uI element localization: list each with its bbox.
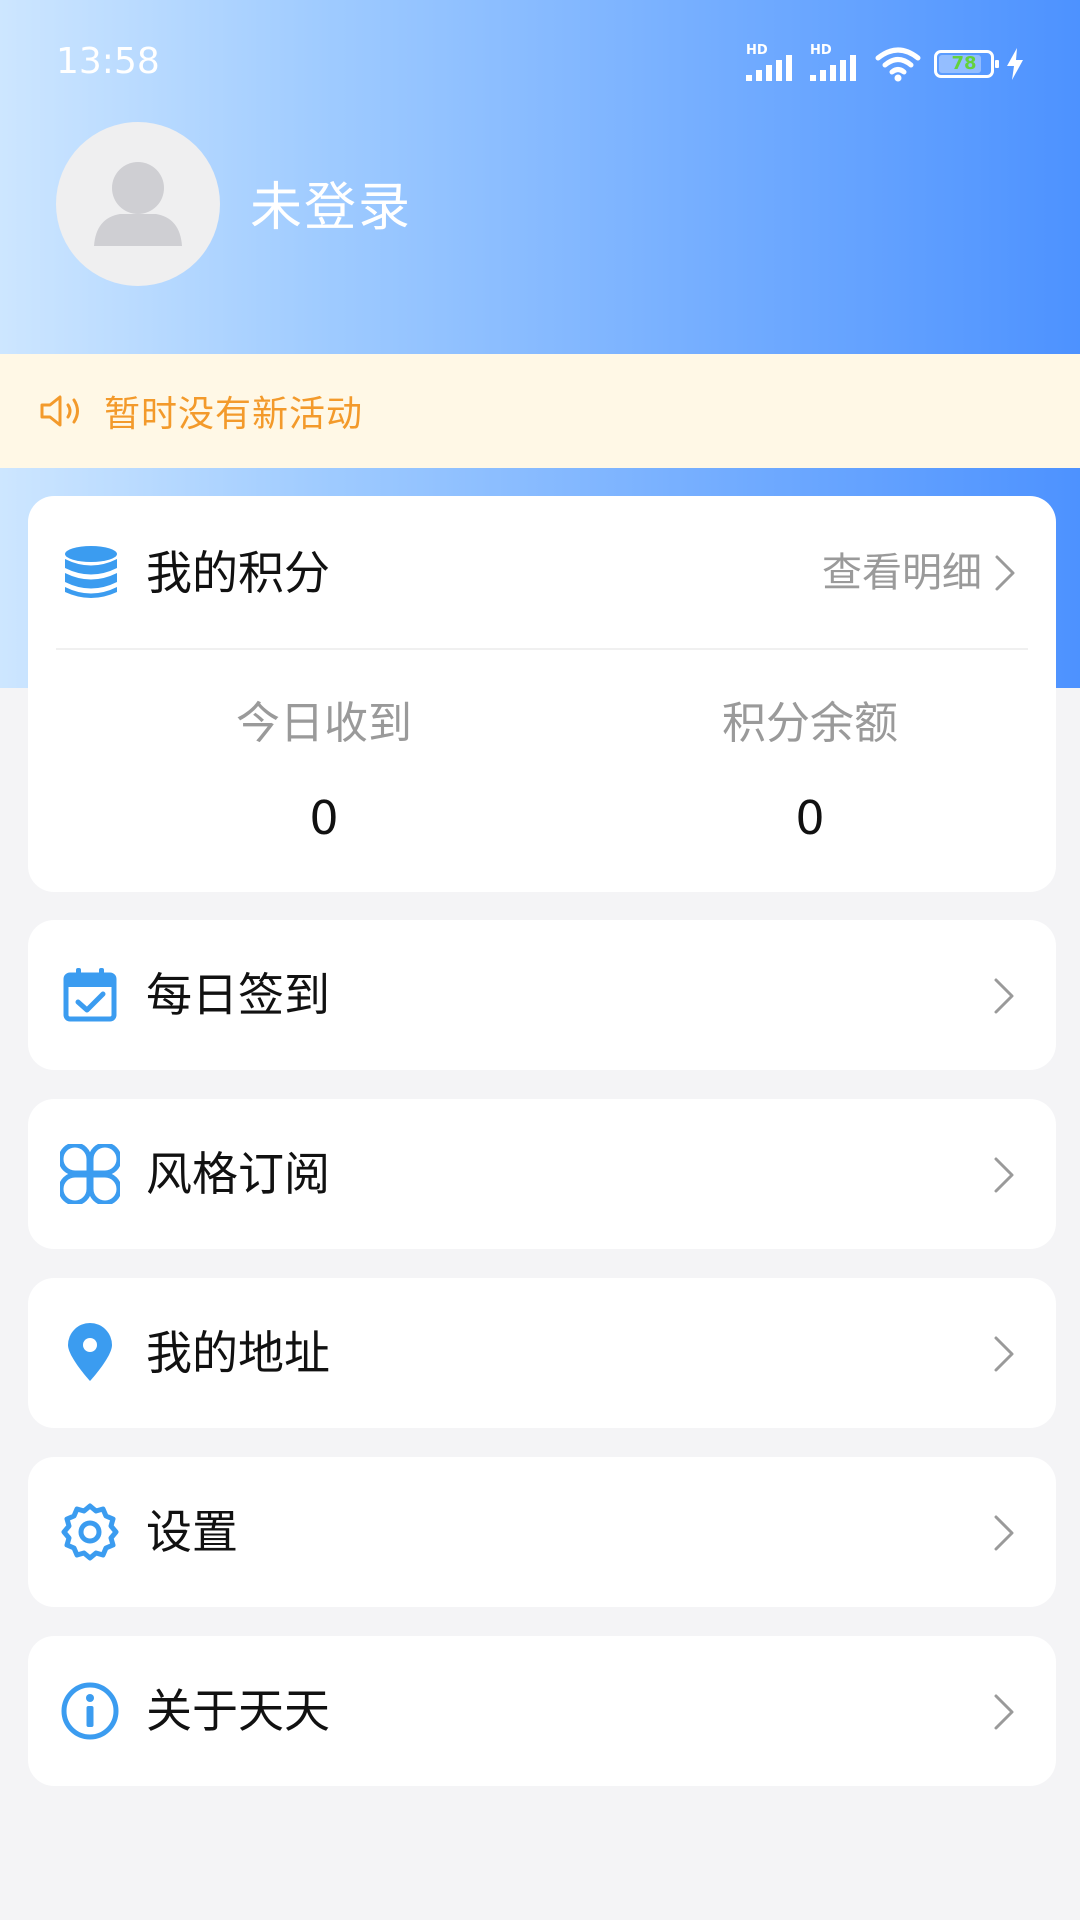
points-divider bbox=[56, 648, 1028, 650]
menu-item-about[interactable]: 关于天天 bbox=[28, 1636, 1056, 1786]
status-bar: 13:58 HD HD 78 bbox=[0, 0, 1080, 126]
person-avatar-icon bbox=[94, 162, 182, 246]
battery-level: 78 bbox=[951, 53, 977, 74]
info-icon bbox=[61, 1682, 119, 1740]
login-status-text[interactable]: 未登录 bbox=[250, 176, 412, 240]
battery-icon: 78 bbox=[934, 50, 999, 78]
location-pin-icon bbox=[68, 1323, 112, 1381]
points-detail-label: 查看明细 bbox=[822, 550, 982, 596]
today-received-value: 0 bbox=[309, 791, 339, 845]
menu-item-style-subscription[interactable]: 风格订阅 bbox=[28, 1099, 1056, 1249]
chevron-right-icon bbox=[994, 1157, 1014, 1193]
chevron-right-icon bbox=[994, 1515, 1014, 1551]
menu-item-label: 我的地址 bbox=[146, 1326, 330, 1380]
points-title: 我的积分 bbox=[146, 546, 330, 600]
gear-icon bbox=[61, 1503, 119, 1561]
status-time: 13:58 bbox=[56, 41, 160, 82]
chevron-right-icon bbox=[994, 1336, 1014, 1372]
database-icon bbox=[65, 546, 117, 598]
points-balance-label: 积分余额 bbox=[722, 698, 898, 749]
points-header[interactable]: 我的积分 查看明细 bbox=[28, 496, 1056, 648]
status-icons: HD HD 78 bbox=[746, 43, 1024, 84]
points-balance-value: 0 bbox=[795, 791, 825, 845]
speaker-icon bbox=[40, 395, 79, 427]
notice-bar[interactable]: 暂时没有新活动 bbox=[0, 354, 1080, 468]
avatar[interactable] bbox=[56, 122, 220, 286]
menu-item-label: 设置 bbox=[146, 1505, 238, 1559]
chevron-right-icon bbox=[995, 555, 1015, 591]
notice-text: 暂时没有新活动 bbox=[104, 394, 364, 435]
points-card: 我的积分 查看明细 今日收到 0 积分余额 0 bbox=[28, 496, 1056, 892]
grid-icon bbox=[60, 1144, 120, 1204]
calendar-check-icon bbox=[63, 968, 117, 1022]
menu-item-settings[interactable]: 设置 bbox=[28, 1457, 1056, 1607]
menu-item-label: 关于天天 bbox=[146, 1684, 330, 1738]
wifi-icon bbox=[875, 47, 921, 82]
menu-item-label: 风格订阅 bbox=[146, 1147, 330, 1201]
today-received-label: 今日收到 bbox=[236, 698, 412, 749]
chevron-right-icon bbox=[994, 978, 1014, 1014]
menu-item-label: 每日签到 bbox=[146, 968, 330, 1022]
chevron-right-icon bbox=[994, 1694, 1014, 1730]
today-received-stat: 今日收到 0 bbox=[124, 696, 524, 846]
menu-item-daily-checkin[interactable]: 每日签到 bbox=[28, 920, 1056, 1070]
cellular-signal-icon: HD bbox=[746, 43, 798, 81]
charging-bolt-icon bbox=[1007, 48, 1023, 80]
points-balance-stat: 积分余额 0 bbox=[610, 696, 1010, 846]
points-detail-link[interactable]: 查看明细 bbox=[822, 548, 1016, 598]
cellular-signal-2-icon: HD bbox=[810, 43, 862, 81]
menu-item-my-address[interactable]: 我的地址 bbox=[28, 1278, 1056, 1428]
